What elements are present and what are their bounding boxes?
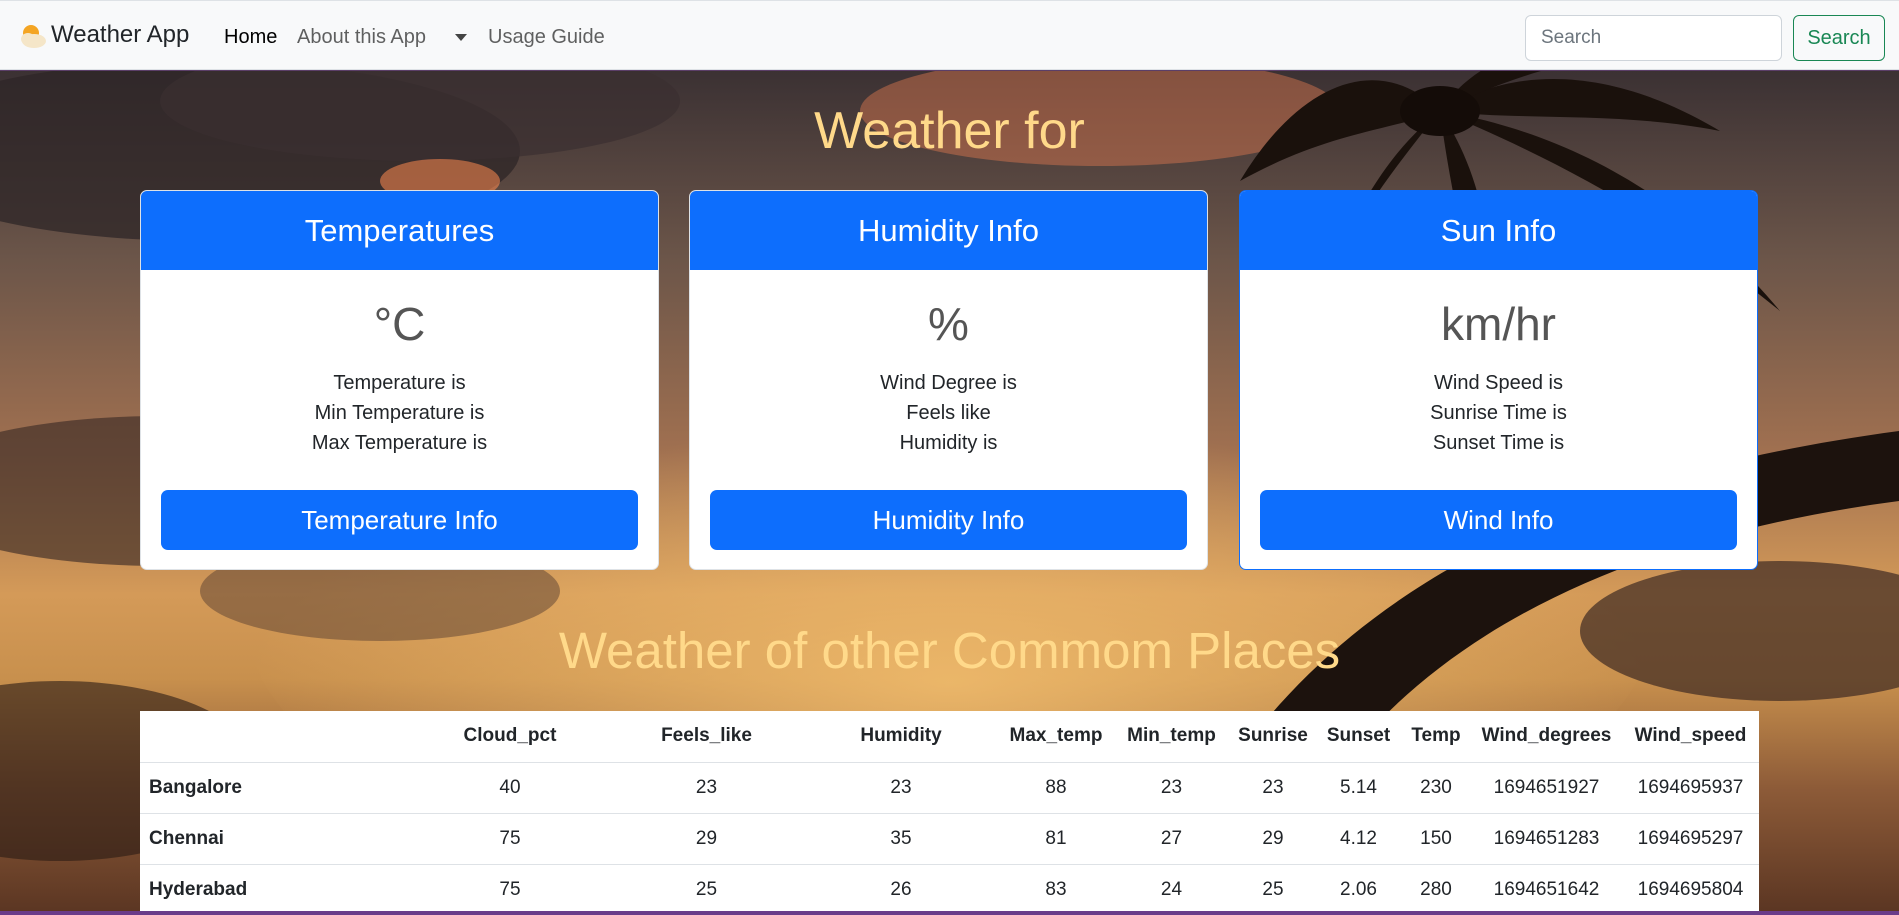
card-line: Temperature is — [333, 372, 466, 394]
chevron-down-icon[interactable] — [455, 34, 467, 41]
table-cell-city: Hyderabad — [140, 864, 410, 915]
card-line: Sunrise Time is — [1430, 402, 1567, 424]
card-line: Max Temperature is — [311, 432, 488, 454]
table-cell: 81 — [999, 813, 1113, 865]
nav-about[interactable]: About this App — [297, 26, 426, 49]
table-cell: 26 — [803, 864, 999, 915]
nav-usage-guide[interactable]: Usage Guide — [488, 26, 605, 49]
table-cell: 2.06 — [1316, 864, 1401, 915]
table-cell: 1694695804 — [1622, 864, 1759, 915]
wind-info-button[interactable]: Wind Info — [1260, 490, 1737, 550]
table-header: Max_temp — [999, 711, 1113, 763]
table-cell: 25 — [1230, 864, 1316, 915]
table-cell: 40 — [410, 762, 610, 814]
card-line: Min Temperature is — [314, 402, 485, 424]
table-cell: 23 — [803, 762, 999, 814]
table-header: Humidity — [803, 711, 999, 763]
table-header: Min_temp — [1113, 711, 1230, 763]
navbar: Weather App Home About this App Usage Gu… — [0, 0, 1899, 70]
search-button[interactable]: Search — [1793, 15, 1885, 61]
table-cell: 4.12 — [1316, 813, 1401, 865]
card-header: Sun Info — [1240, 191, 1757, 270]
table-header: Wind_speed — [1622, 711, 1759, 763]
card-line: Sunset Time is — [1432, 432, 1565, 454]
table-cell: 83 — [999, 864, 1113, 915]
table-cell: 1694651927 — [1471, 762, 1622, 814]
sun-info-card: Sun Info km/hr Wind Speed is Sunrise Tim… — [1239, 190, 1758, 570]
table-cell: 24 — [1113, 864, 1230, 915]
section-title: Weather of other Commom Places — [558, 622, 1341, 679]
card-line: Wind Speed is — [1434, 372, 1563, 394]
nav-home[interactable]: Home — [224, 26, 277, 49]
table-header: Wind_degrees — [1471, 711, 1622, 763]
table-cell: 29 — [610, 813, 803, 865]
weather-table: Cloud_pct Feels_like Humidity Max_temp M… — [140, 711, 1759, 915]
table-cell: 1694695297 — [1622, 813, 1759, 865]
table-cell: 29 — [1230, 813, 1316, 865]
card-details: Wind Degree is Feels like Humidity is — [690, 368, 1207, 458]
table-cell: 25 — [610, 864, 803, 915]
table-cell-city: Chennai — [140, 813, 410, 865]
card-header: Temperatures — [141, 191, 658, 270]
temperature-info-button[interactable]: Temperature Info — [161, 490, 638, 550]
card-line: Wind Degree is — [880, 372, 1017, 394]
table-cell: 23 — [610, 762, 803, 814]
card-line: Feels like — [906, 402, 991, 424]
table-cell: 5.14 — [1316, 762, 1401, 814]
table-cell: 35 — [803, 813, 999, 865]
table-header: Feels_like — [610, 711, 803, 763]
card-line: Humidity is — [899, 432, 998, 454]
table-row: Bangalore 40 23 23 88 23 23 5.14 230 169… — [140, 762, 1759, 814]
brand-label: Weather App — [51, 21, 190, 48]
table-header-row: Cloud_pct Feels_like Humidity Max_temp M… — [140, 711, 1759, 763]
humidity-card: Humidity Info % Wind Degree is Feels lik… — [689, 190, 1208, 570]
humidity-info-button[interactable]: Humidity Info — [710, 490, 1187, 550]
table-header: Sunrise — [1230, 711, 1316, 763]
table-header: Cloud_pct — [410, 711, 610, 763]
temperatures-card: Temperatures °C Temperature is Min Tempe… — [140, 190, 659, 570]
table-cell: 1694695937 — [1622, 762, 1759, 814]
card-unit: % — [928, 298, 969, 350]
table-cell: 27 — [1113, 813, 1230, 865]
table-row: Chennai 75 29 35 81 27 29 4.12 150 16946… — [140, 813, 1759, 865]
table-cell: 23 — [1113, 762, 1230, 814]
table-header — [140, 711, 410, 763]
table-cell: 88 — [999, 762, 1113, 814]
card-unit: °C — [373, 298, 426, 350]
table-row: Hyderabad 75 25 26 83 24 25 2.06 280 169… — [140, 864, 1759, 915]
bottom-strip — [0, 911, 1899, 915]
card-details: Temperature is Min Temperature is Max Te… — [141, 368, 658, 458]
table-cell: 75 — [410, 864, 610, 915]
card-header: Humidity Info — [690, 191, 1207, 270]
table-cell: 23 — [1230, 762, 1316, 814]
brand[interactable]: Weather App — [17, 20, 189, 50]
card-details: Wind Speed is Sunrise Time is Sunset Tim… — [1240, 368, 1757, 458]
table-header: Sunset — [1316, 711, 1401, 763]
table-cell-city: Bangalore — [140, 762, 410, 814]
table-cell: 280 — [1401, 864, 1471, 915]
table-cell: 230 — [1401, 762, 1471, 814]
table-header: Temp — [1401, 711, 1471, 763]
search-input[interactable] — [1525, 15, 1782, 61]
table-cell: 150 — [1401, 813, 1471, 865]
table-cell: 1694651642 — [1471, 864, 1622, 915]
page-title: Weather for — [814, 102, 1085, 160]
card-unit: km/hr — [1441, 298, 1556, 350]
table-cell: 75 — [410, 813, 610, 865]
sun-cloud-icon — [21, 25, 46, 48]
table-cell: 1694651283 — [1471, 813, 1622, 865]
